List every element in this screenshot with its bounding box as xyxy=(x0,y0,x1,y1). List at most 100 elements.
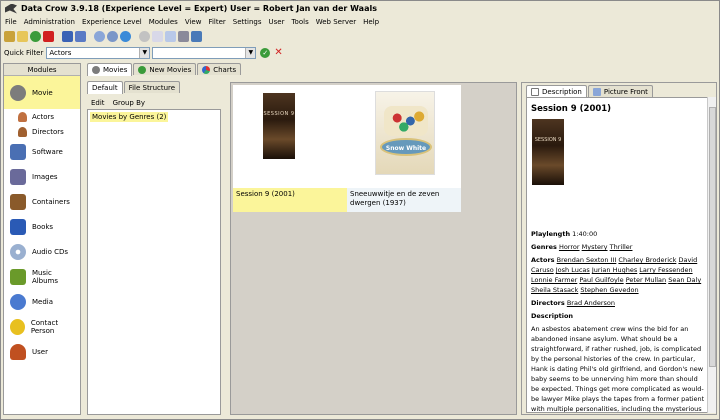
chevron-down-icon[interactable]: ▼ xyxy=(245,47,256,58)
save-all-icon[interactable] xyxy=(75,31,86,42)
genre-link[interactable]: Thriller xyxy=(610,243,633,251)
window-title: Data Crow 3.9.18 (Experience Level = Exp… xyxy=(21,4,377,13)
module-label: Images xyxy=(32,172,58,181)
music-albums-icon xyxy=(10,268,26,285)
field-label: Directors xyxy=(531,299,565,307)
add-icon[interactable] xyxy=(30,31,41,42)
help-icon[interactable] xyxy=(191,31,202,42)
settings-icon[interactable] xyxy=(139,31,150,42)
tab-file-structure[interactable]: File Structure xyxy=(123,81,181,93)
actor-link[interactable]: Lonnie Farmer xyxy=(531,276,577,284)
scrollbar-thumb[interactable] xyxy=(709,107,716,367)
menu-filter[interactable]: Filter xyxy=(208,18,225,26)
module-software[interactable]: Software xyxy=(4,139,80,164)
movies-tab-icon xyxy=(92,66,100,74)
module-label: Books xyxy=(32,222,54,231)
clear-filter-icon[interactable]: ✕ xyxy=(274,47,282,58)
chevron-down-icon[interactable]: ▼ xyxy=(139,47,150,58)
menu-modules[interactable]: Modules xyxy=(149,18,178,26)
quick-filter-field-select[interactable]: Actors ▼ xyxy=(46,46,151,59)
print-icon[interactable] xyxy=(178,31,189,42)
menu-tools[interactable]: Tools xyxy=(291,18,308,26)
actor-link[interactable]: Sean Daly xyxy=(668,276,701,284)
module-label: Containers xyxy=(32,197,70,206)
quick-filter-field-value: Actors xyxy=(49,48,72,57)
actor-link[interactable]: Jurian Hughes xyxy=(592,266,637,274)
detail-scrollbar[interactable] xyxy=(707,97,716,413)
actor-link[interactable]: Peter Mullan xyxy=(626,276,666,284)
module-sub-directors[interactable]: Directors xyxy=(4,124,80,139)
tab-label: Description xyxy=(542,88,582,96)
menu-settings[interactable]: Settings xyxy=(233,18,262,26)
properties-icon[interactable] xyxy=(165,31,176,42)
books-icon xyxy=(10,218,26,235)
module-books[interactable]: Books xyxy=(4,214,80,239)
actor-link[interactable]: Josh Lucas xyxy=(556,266,590,274)
menu-administration[interactable]: Administration xyxy=(24,18,75,26)
director-link[interactable]: Brad Anderson xyxy=(567,299,615,307)
tab-default[interactable]: Default xyxy=(87,81,123,94)
field-label: Description xyxy=(531,312,574,320)
item-card[interactable]: Snow White Sneeuwwitje en de zeven dwerg… xyxy=(347,85,461,212)
tab-movies[interactable]: Movies xyxy=(87,63,133,76)
media-icon xyxy=(10,293,26,310)
tab-picture-front[interactable]: Picture Front xyxy=(587,85,653,97)
module-label: User xyxy=(32,347,48,356)
advanced-search-icon[interactable] xyxy=(107,31,118,42)
module-images[interactable]: Images xyxy=(4,164,80,189)
quick-filter-value-select[interactable]: ▼ xyxy=(152,46,257,59)
group-tree: Movies by Genres (2) xyxy=(87,109,221,415)
detail-title: Session 9 (2001) xyxy=(531,104,612,114)
field-label: Actors xyxy=(531,256,555,264)
save-icon[interactable] xyxy=(62,31,73,42)
module-label: Movie xyxy=(32,88,53,97)
tree-item-movies-by-genres[interactable]: Movies by Genres (2) xyxy=(90,112,169,122)
app-window: Data Crow 3.9.18 (Experience Level = Exp… xyxy=(0,0,720,420)
genre-link[interactable]: Horror xyxy=(559,243,580,251)
module-containers[interactable]: Containers xyxy=(4,189,80,214)
search-icon[interactable] xyxy=(94,31,105,42)
apply-filter-icon[interactable]: ✓ xyxy=(260,47,271,58)
module-media[interactable]: Media xyxy=(4,289,80,314)
menu-file[interactable]: File xyxy=(5,18,17,26)
module-sub-label: Actors xyxy=(32,112,55,121)
actor-link[interactable]: Stephen Gevedon xyxy=(580,286,638,294)
document-icon xyxy=(531,88,539,96)
menu-help[interactable]: Help xyxy=(363,18,379,26)
menu-experience-level[interactable]: Experience Level xyxy=(82,18,142,26)
genre-link[interactable]: Mystery xyxy=(582,243,608,251)
images-icon xyxy=(10,168,26,185)
tab-label: New Movies xyxy=(149,65,192,74)
actor-link[interactable]: Larry Fessenden xyxy=(639,266,692,274)
detail-playlength: Playlength 1:40:00 xyxy=(531,229,705,239)
delete-icon[interactable] xyxy=(43,31,54,42)
module-movie[interactable]: Movie xyxy=(4,76,80,109)
actor-link[interactable]: Brendan Sexton III xyxy=(557,256,617,264)
tree-menu-group-by[interactable]: Group By xyxy=(113,99,145,107)
menu-user[interactable]: User xyxy=(269,18,285,26)
actor-link[interactable]: Charley Broderick xyxy=(618,256,676,264)
tab-new-movies[interactable]: New Movies xyxy=(133,63,197,75)
module-music-albums[interactable]: Music Albums xyxy=(4,264,80,289)
tree-toolbar: Edit Group By xyxy=(91,97,153,109)
directors-icon xyxy=(18,126,27,137)
quick-filter-bar: Quick Filter Actors ▼ ▼ ✓ ✕ xyxy=(1,45,720,60)
detail-actors: Actors Brendan Sexton III Charley Broder… xyxy=(531,255,705,295)
web-search-icon[interactable] xyxy=(120,31,131,42)
module-sub-actors[interactable]: Actors xyxy=(4,109,80,124)
open-folder-icon[interactable] xyxy=(17,31,28,42)
menu-view[interactable]: View xyxy=(185,18,202,26)
module-label: Software xyxy=(32,147,63,156)
module-contact-person[interactable]: Contact Person xyxy=(4,314,80,339)
tree-menu-edit[interactable]: Edit xyxy=(91,99,105,107)
report-icon[interactable] xyxy=(152,31,163,42)
wand-icon[interactable] xyxy=(4,31,15,42)
module-audio-cds[interactable]: Audio CDs xyxy=(4,239,80,264)
data-crow-logo-icon xyxy=(5,3,17,14)
tab-charts[interactable]: Charts xyxy=(197,63,242,75)
actor-link[interactable]: Paul Guilfoyle xyxy=(579,276,623,284)
actor-link[interactable]: Sheila Stasack xyxy=(531,286,578,294)
item-card[interactable]: SESSION 9 Session 9 (2001) xyxy=(233,85,347,212)
menu-web-server[interactable]: Web Server xyxy=(316,18,356,26)
module-user[interactable]: User xyxy=(4,339,80,364)
